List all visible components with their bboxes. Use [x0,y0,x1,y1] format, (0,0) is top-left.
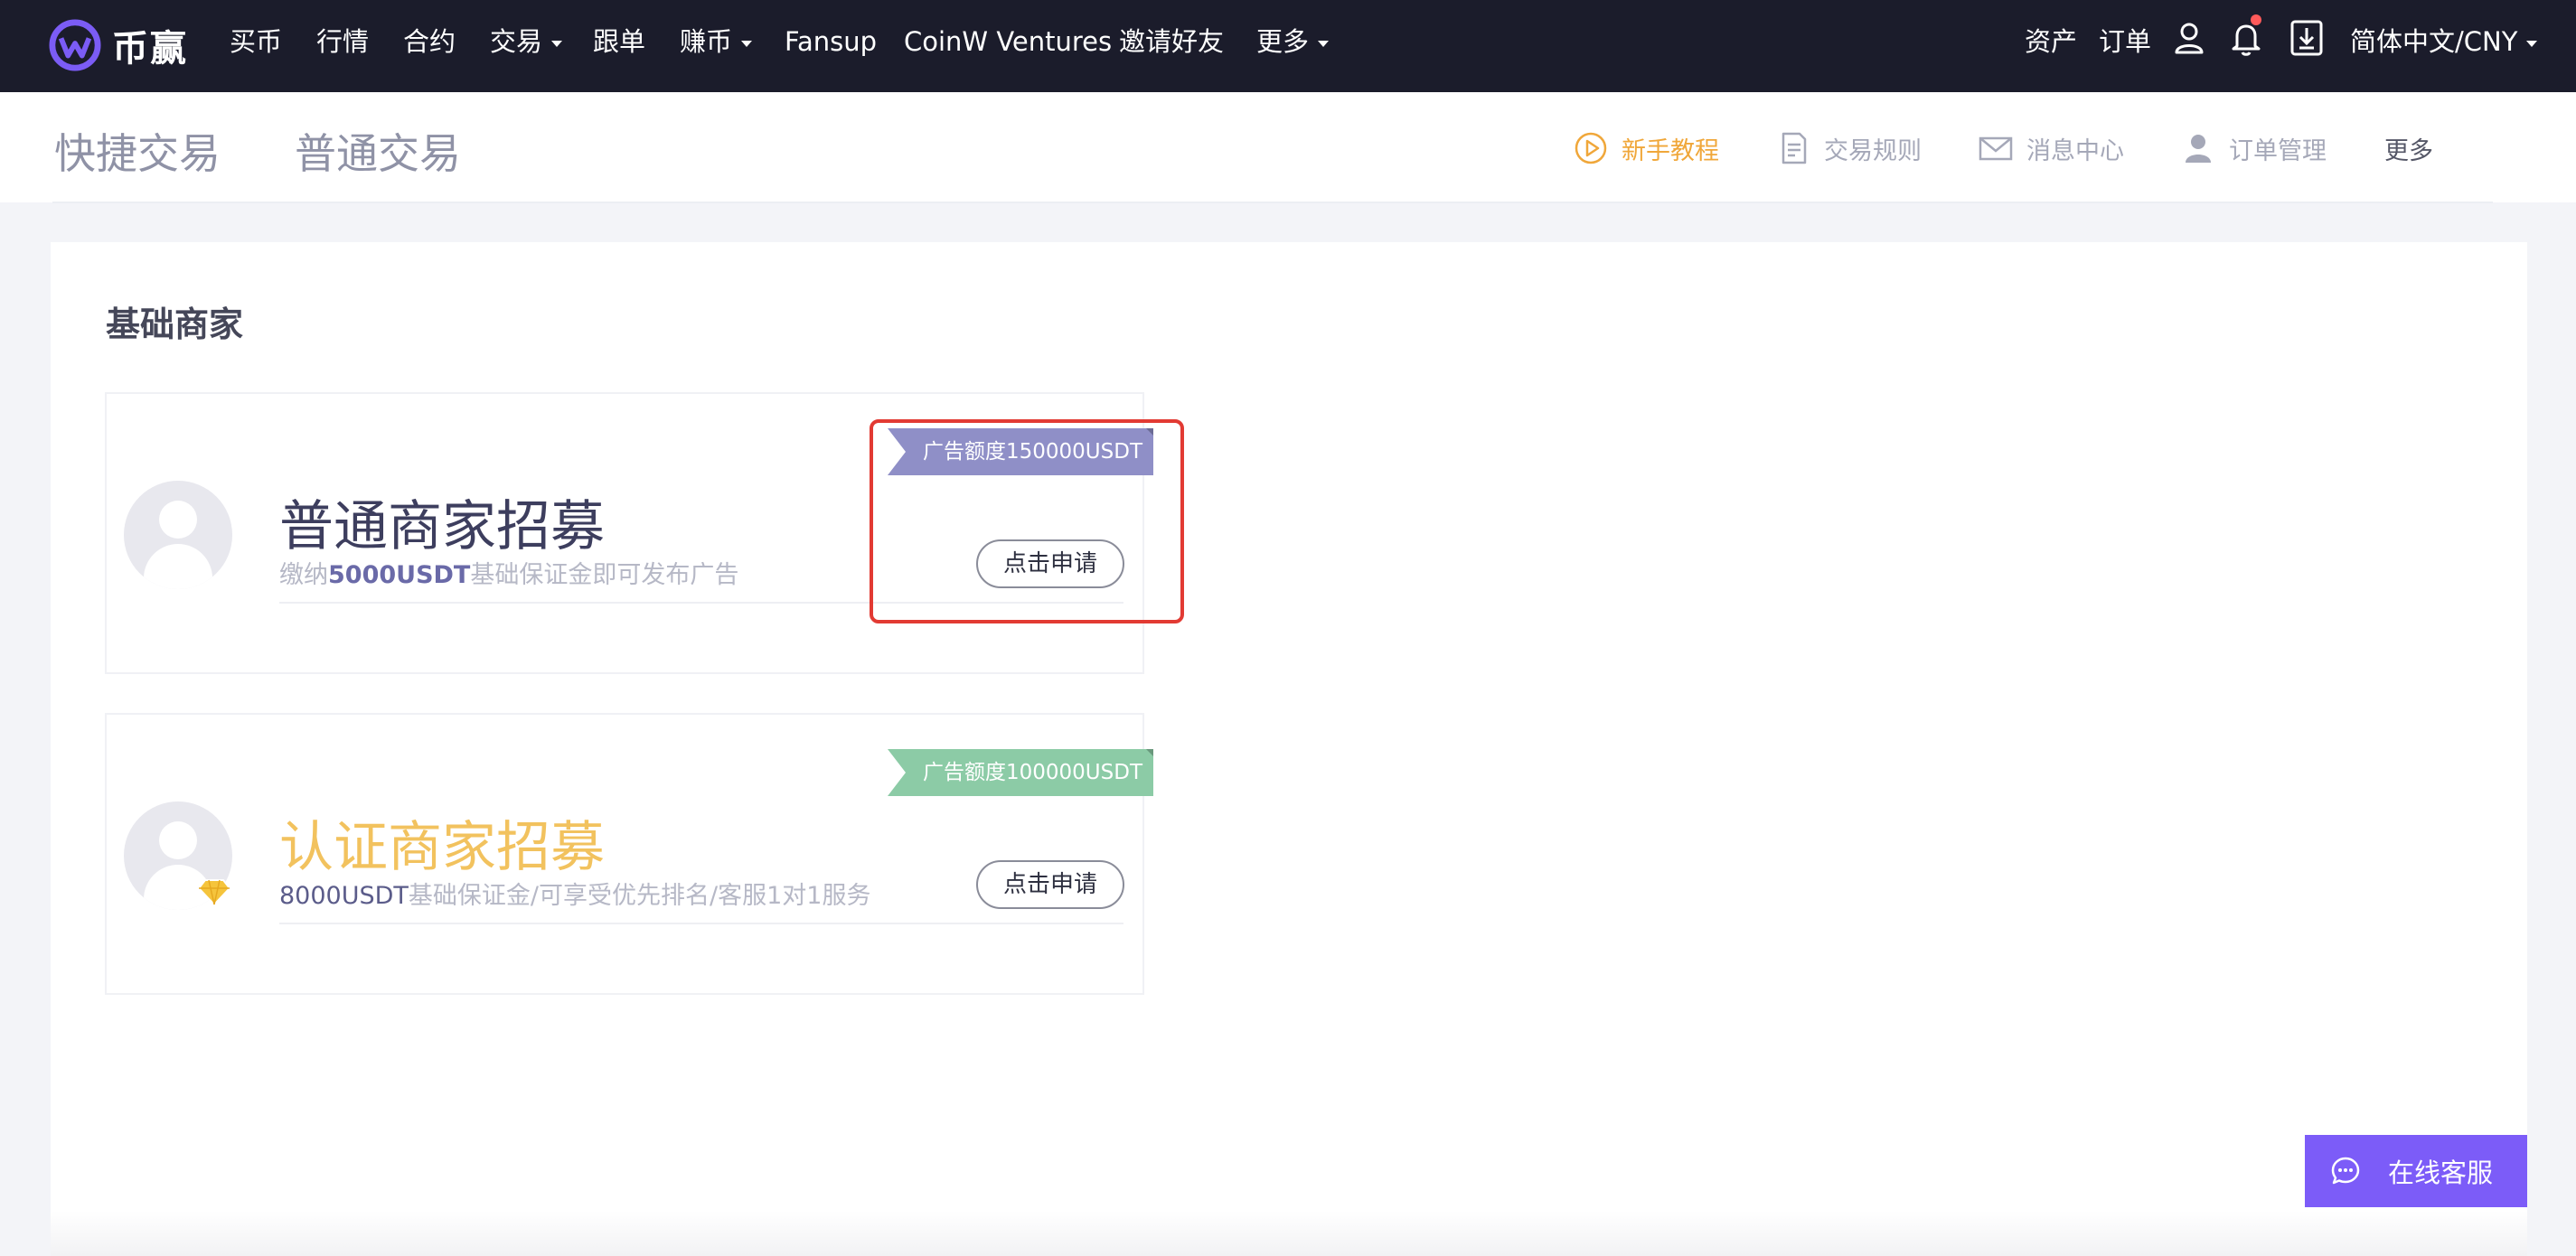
chevron-down-icon [551,40,563,47]
tool-beginner-tutorial[interactable]: 新手教程 [1573,128,1719,168]
tool-message-center[interactable]: 消息中心 [1978,128,2124,168]
logo-text: 币赢 [112,28,188,70]
divider [279,923,1123,924]
tool-trading-rules[interactable]: 交易规则 [1775,128,1922,168]
card-title-certified-merchant: 认证商家招募 [279,816,605,879]
nav-item-fansup[interactable]: Fansup [785,22,877,61]
language-currency-selector[interactable]: 简体中文/CNY [2350,22,2538,61]
avatar [124,481,232,589]
card-desc-certified: 8000USDT基础保证金/可享受优先排名/客服1对1服务 [279,882,871,910]
divider [52,202,2493,203]
tab-normal-trade[interactable]: 普通交易 [295,121,461,181]
online-support-button[interactable]: 在线客服 [2305,1135,2527,1207]
card-desc-regular: 缴纳5000USDT基础保证金即可发布广告 [279,561,739,589]
notification-dot [2251,14,2261,25]
nav-item-earn[interactable]: 赚币 [680,22,753,61]
nav-item-more[interactable]: 更多 [1256,22,1330,61]
highlight-box [870,419,1184,623]
download-icon[interactable] [2287,18,2327,58]
nav-item-trade[interactable]: 交易 [490,22,563,61]
nav-item-buy-coin[interactable]: 买币 [230,22,282,61]
nav-item-invite-friends[interactable]: 邀请好友 [1119,22,1224,61]
tool-more[interactable]: 更多 [2384,128,2433,168]
nav-orders[interactable]: 订单 [2099,22,2151,61]
document-icon [1782,132,1807,164]
card-title-regular-merchant: 普通商家招募 [279,495,605,558]
online-support-label: 在线客服 [2388,1158,2494,1188]
top-navbar: 币赢 买币 行情 合约 交易 跟单 赚币 Fansup CoinW Ventur… [0,0,2576,92]
nav-assets[interactable]: 资产 [2025,22,2077,61]
person-icon [2186,135,2211,163]
ad-quota-ribbon: 广告额度100000USDT [888,749,1153,796]
chat-bubble-icon [2331,1157,2360,1185]
diamond-icon [198,879,230,905]
nav-item-copy-trading[interactable]: 跟单 [593,22,645,61]
coinw-logo-icon [49,19,101,71]
tab-quick-trade[interactable]: 快捷交易 [54,121,221,181]
section-title: 基础商家 [106,305,244,344]
bottom-shadow [51,1211,2527,1256]
nav-item-contract[interactable]: 合约 [403,22,456,61]
tool-order-management[interactable]: 订单管理 [2180,128,2327,168]
chevron-down-icon [2526,40,2538,47]
apply-button-certified[interactable]: 点击申请 [976,860,1124,909]
bell-icon[interactable] [2226,18,2266,58]
brand-logo[interactable]: 币赢 [49,13,188,78]
mail-icon [1979,136,2013,161]
user-icon[interactable] [2169,18,2209,58]
play-circle-icon [1575,132,1607,164]
chevron-down-icon [741,40,753,47]
chevron-down-icon [1318,40,1330,47]
nav-item-coinw-ventures[interactable]: CoinW Ventures [904,22,1112,61]
nav-item-market[interactable]: 行情 [316,22,369,61]
